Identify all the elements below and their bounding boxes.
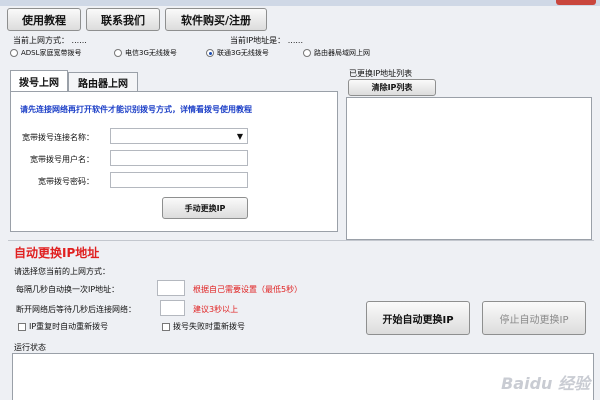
tab-router[interactable]: 路由器上网 (68, 72, 138, 92)
redial-on-fail-checkbox[interactable]: 拨号失败时重新拨号 (162, 321, 245, 332)
ip-list-box[interactable] (346, 97, 592, 240)
password-label: 宽带拨号密码： (38, 177, 94, 186)
radio-adsl[interactable]: ADSL家庭宽带拨号 (10, 48, 82, 58)
interval-hint: 根据自己需要设置（最低5秒） (193, 285, 303, 294)
radio-unicom-3g[interactable]: 联通3G无线拨号 (206, 48, 269, 58)
mode-prompt: 请选择您当前的上网方式： (14, 267, 110, 276)
radio-circle (303, 49, 311, 57)
conn-name-label: 宽带拨号连接名称： (22, 133, 94, 142)
tab-dialup[interactable]: 拨号上网 (10, 70, 68, 92)
password-input[interactable] (110, 172, 248, 188)
interval-input[interactable] (157, 280, 185, 296)
ip-list-title: 已更换IP地址列表 (349, 69, 413, 78)
stop-auto-change-button[interactable]: 停止自动更换IP (482, 301, 586, 335)
radio-router-lan[interactable]: 路由器局域网上网 (303, 48, 370, 58)
username-input[interactable] (110, 150, 248, 166)
username-label: 宽带拨号用户名： (30, 155, 94, 164)
redial-on-duplicate-checkbox[interactable]: IP重复时自动重新拨号 (18, 321, 108, 332)
contact-button[interactable]: 联系我们 (86, 8, 160, 31)
title-strip (0, 0, 600, 6)
current-ip-label: 当前IP地址是： ...... (230, 36, 303, 45)
reconnect-input[interactable] (160, 300, 185, 316)
start-auto-change-button[interactable]: 开始自动更换IP (366, 301, 470, 335)
reconnect-label: 断开网络后等待几秒后连接网络： (16, 305, 136, 314)
current-mode-label: 当前上网方式： ...... (13, 36, 87, 45)
radio-circle (114, 49, 122, 57)
current-mode-value: ...... (71, 36, 87, 45)
baidu-watermark: Baidu 经验 (501, 374, 590, 393)
current-ip-value: ...... (287, 36, 303, 45)
log-title: 运行状态 (14, 343, 46, 352)
radio-circle-selected (206, 49, 214, 57)
purchase-button[interactable]: 软件购买/注册 (165, 8, 267, 31)
auto-section-title: 自动更换IP地址 (14, 246, 100, 260)
window-control-close[interactable] (556, 0, 596, 5)
radio-telecom-3g[interactable]: 电信3G无线拨号 (114, 48, 177, 58)
chevron-down-icon: ▼ (236, 132, 243, 141)
separator (8, 240, 594, 241)
radio-circle (10, 49, 18, 57)
interval-label: 每隔几秒自动换一次IP地址： (16, 285, 120, 294)
reconnect-hint: 建议3秒以上 (193, 305, 239, 314)
dialup-notice: 请先连接网络再打开软件才能识别拨号方式，详情看拨号使用教程 (20, 105, 252, 114)
tutorial-button[interactable]: 使用教程 (7, 8, 81, 31)
conn-name-select[interactable]: ▼ (110, 128, 248, 144)
manual-change-ip-button[interactable]: 手动更换IP (162, 197, 248, 219)
clear-ip-list-button[interactable]: 清除IP列表 (348, 79, 436, 96)
checkbox-box (162, 322, 170, 331)
checkbox-box (18, 322, 26, 331)
